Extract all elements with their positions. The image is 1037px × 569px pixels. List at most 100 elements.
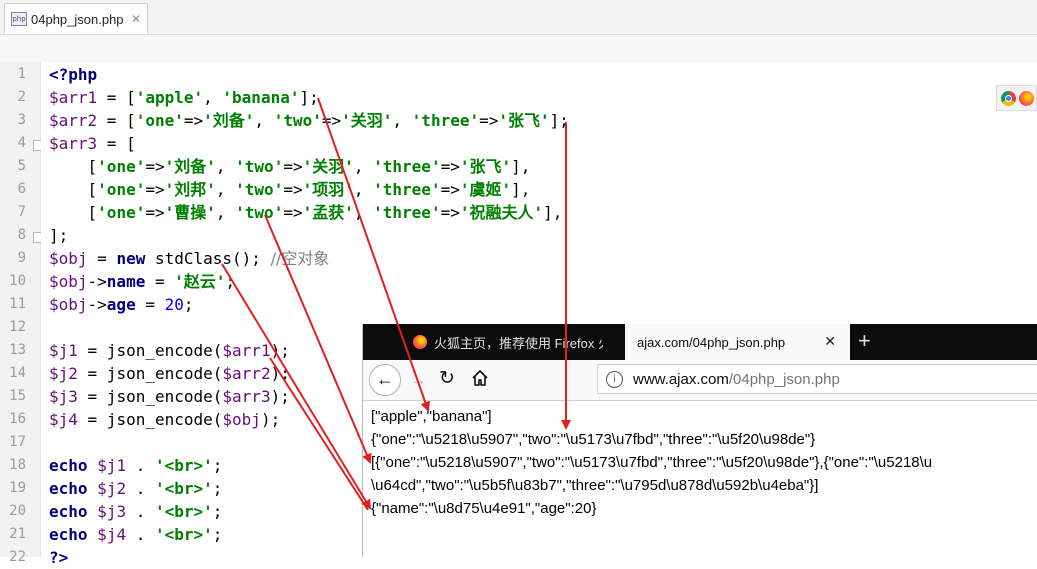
editor-tab-bar: php 04php_json.php ✕ bbox=[0, 0, 1037, 35]
code-token: '赵云' bbox=[174, 272, 226, 291]
code-token: '刘备' bbox=[164, 157, 216, 176]
code-line-5: ['one'=>'刘备', 'two'=>'关羽', 'three'=>'张飞'… bbox=[49, 155, 531, 178]
code-token: ; bbox=[183, 295, 194, 314]
code-token: $obj bbox=[49, 295, 88, 314]
code-token: = bbox=[135, 295, 165, 314]
code-token: $arr2 bbox=[49, 111, 98, 130]
code-token: => bbox=[283, 157, 303, 176]
code-token: $j2 bbox=[97, 479, 127, 498]
code-line-18: echo $j1 . '<br>'; bbox=[49, 454, 222, 477]
code-token: => bbox=[145, 203, 165, 222]
chrome-icon[interactable] bbox=[1001, 90, 1016, 106]
code-token: = [ bbox=[97, 134, 136, 153]
json-output-line: {"one":"\u5218\u5907","two":"\u5173\u7fb… bbox=[371, 431, 816, 448]
code-token: ]; bbox=[299, 88, 319, 107]
php-file-icon: php bbox=[11, 12, 27, 26]
firefox-icon[interactable] bbox=[1019, 90, 1034, 106]
line-number: 22 bbox=[9, 549, 26, 565]
code-token: 20 bbox=[164, 295, 184, 314]
code-token: 'apple' bbox=[135, 88, 204, 107]
code-token: ; bbox=[225, 272, 236, 291]
firefox-tab-home-label: 火狐主页，推荐使用 Firefox 火狐 bbox=[434, 335, 603, 351]
line-number: 19 bbox=[9, 480, 26, 496]
code-token: $arr1 bbox=[49, 88, 98, 107]
close-icon[interactable]: ✕ bbox=[131, 12, 141, 26]
code-token: '刘备' bbox=[203, 111, 255, 130]
line-number: 3 bbox=[17, 112, 26, 128]
firefox-tab-active[interactable]: ajax.com/04php_json.php ✕ bbox=[625, 324, 850, 360]
line-number: 4 bbox=[17, 135, 26, 151]
line-number: 20 bbox=[9, 503, 26, 519]
code-token: ; bbox=[212, 456, 223, 475]
line-number: 2 bbox=[17, 89, 26, 105]
code-token: => bbox=[321, 111, 342, 130]
line-number: 7 bbox=[17, 204, 26, 220]
line-number: 11 bbox=[9, 296, 26, 312]
code-line-2: $arr1 = ['apple', 'banana']; bbox=[49, 86, 319, 109]
line-number: 16 bbox=[9, 411, 26, 427]
code-token: , bbox=[254, 111, 274, 130]
code-token: '关羽' bbox=[341, 111, 393, 130]
code-line-22: ?> bbox=[49, 546, 68, 569]
firefox-tab-active-label: ajax.com/04php_json.php bbox=[637, 334, 786, 350]
code-token: ; bbox=[212, 502, 223, 521]
line-number: 13 bbox=[9, 342, 26, 358]
code-token: '<br>' bbox=[154, 502, 213, 521]
code-token: '曹操' bbox=[164, 203, 216, 222]
code-token: $j3 bbox=[49, 387, 78, 406]
code-token: => bbox=[145, 157, 165, 176]
code-token: echo bbox=[49, 479, 88, 498]
code-token: = [ bbox=[97, 111, 136, 130]
info-icon[interactable]: i bbox=[606, 370, 623, 388]
code-token: -> bbox=[87, 295, 107, 314]
code-token: 'three' bbox=[373, 203, 441, 222]
line-number: 15 bbox=[9, 388, 26, 404]
code-line-1: <?php bbox=[49, 63, 97, 86]
code-token: , bbox=[353, 157, 374, 176]
close-icon[interactable]: ✕ bbox=[824, 333, 836, 350]
line-number: 9 bbox=[17, 250, 26, 266]
code-token: 'one' bbox=[135, 111, 184, 130]
code-token: $j1 bbox=[49, 341, 78, 360]
line-number: 5 bbox=[17, 158, 26, 174]
code-token: = json_encode( bbox=[77, 387, 223, 406]
code-line-9: $obj = new stdClass(); //空对象 bbox=[49, 247, 329, 270]
code-token: . bbox=[126, 456, 155, 475]
code-token: . bbox=[126, 502, 155, 521]
code-token: ], bbox=[511, 157, 531, 176]
code-token: $arr2 bbox=[222, 364, 271, 383]
code-line-19: echo $j2 . '<br>'; bbox=[49, 477, 222, 500]
code-token: echo bbox=[49, 456, 88, 475]
forward-button[interactable]: → bbox=[409, 369, 427, 390]
code-token: => bbox=[440, 203, 460, 222]
code-token: '<br>' bbox=[154, 456, 213, 475]
code-token: $obj bbox=[49, 272, 88, 291]
url-bar[interactable]: i www.ajax.com/04php_json.php bbox=[597, 364, 1037, 394]
code-token: , bbox=[215, 157, 236, 176]
code-line-6: ['one'=>'刘邦', 'two'=>'项羽', 'three'=>'虞姬'… bbox=[49, 178, 531, 201]
code-line-3: $arr2 = ['one'=>'刘备', 'two'=>'关羽', 'thre… bbox=[49, 109, 569, 132]
home-icon[interactable] bbox=[471, 369, 489, 387]
editor-tab-04php-json[interactable]: php 04php_json.php ✕ bbox=[4, 3, 148, 34]
json-output-line: [{"one":"\u5218\u5907","two":"\u5173\u7f… bbox=[371, 454, 933, 471]
firefox-tab-home[interactable]: 火狐主页，推荐使用 Firefox 火狐 bbox=[403, 324, 603, 360]
code-line-8: ]; bbox=[49, 224, 68, 247]
code-token: [ bbox=[49, 203, 98, 222]
code-token: name bbox=[106, 272, 146, 291]
editor-tab-label: 04php_json.php bbox=[31, 11, 124, 27]
firefox-navigation-bar: ← → ↻ i www.ajax.com/04php_json.php bbox=[363, 360, 1037, 401]
code-token: $j3 bbox=[97, 502, 127, 521]
code-line-16: $j4 = json_encode($obj); bbox=[49, 408, 280, 431]
code-token: => bbox=[183, 111, 204, 130]
code-token: 'two' bbox=[235, 157, 284, 176]
code-token: ); bbox=[270, 341, 290, 360]
code-token: $arr3 bbox=[222, 387, 271, 406]
code-token: ], bbox=[511, 180, 531, 199]
reload-button[interactable]: ↻ bbox=[439, 367, 455, 390]
line-number: 12 bbox=[9, 319, 26, 335]
new-tab-button[interactable]: + bbox=[858, 329, 871, 353]
back-button[interactable]: ← bbox=[369, 364, 401, 396]
code-token: '<br>' bbox=[154, 479, 213, 498]
